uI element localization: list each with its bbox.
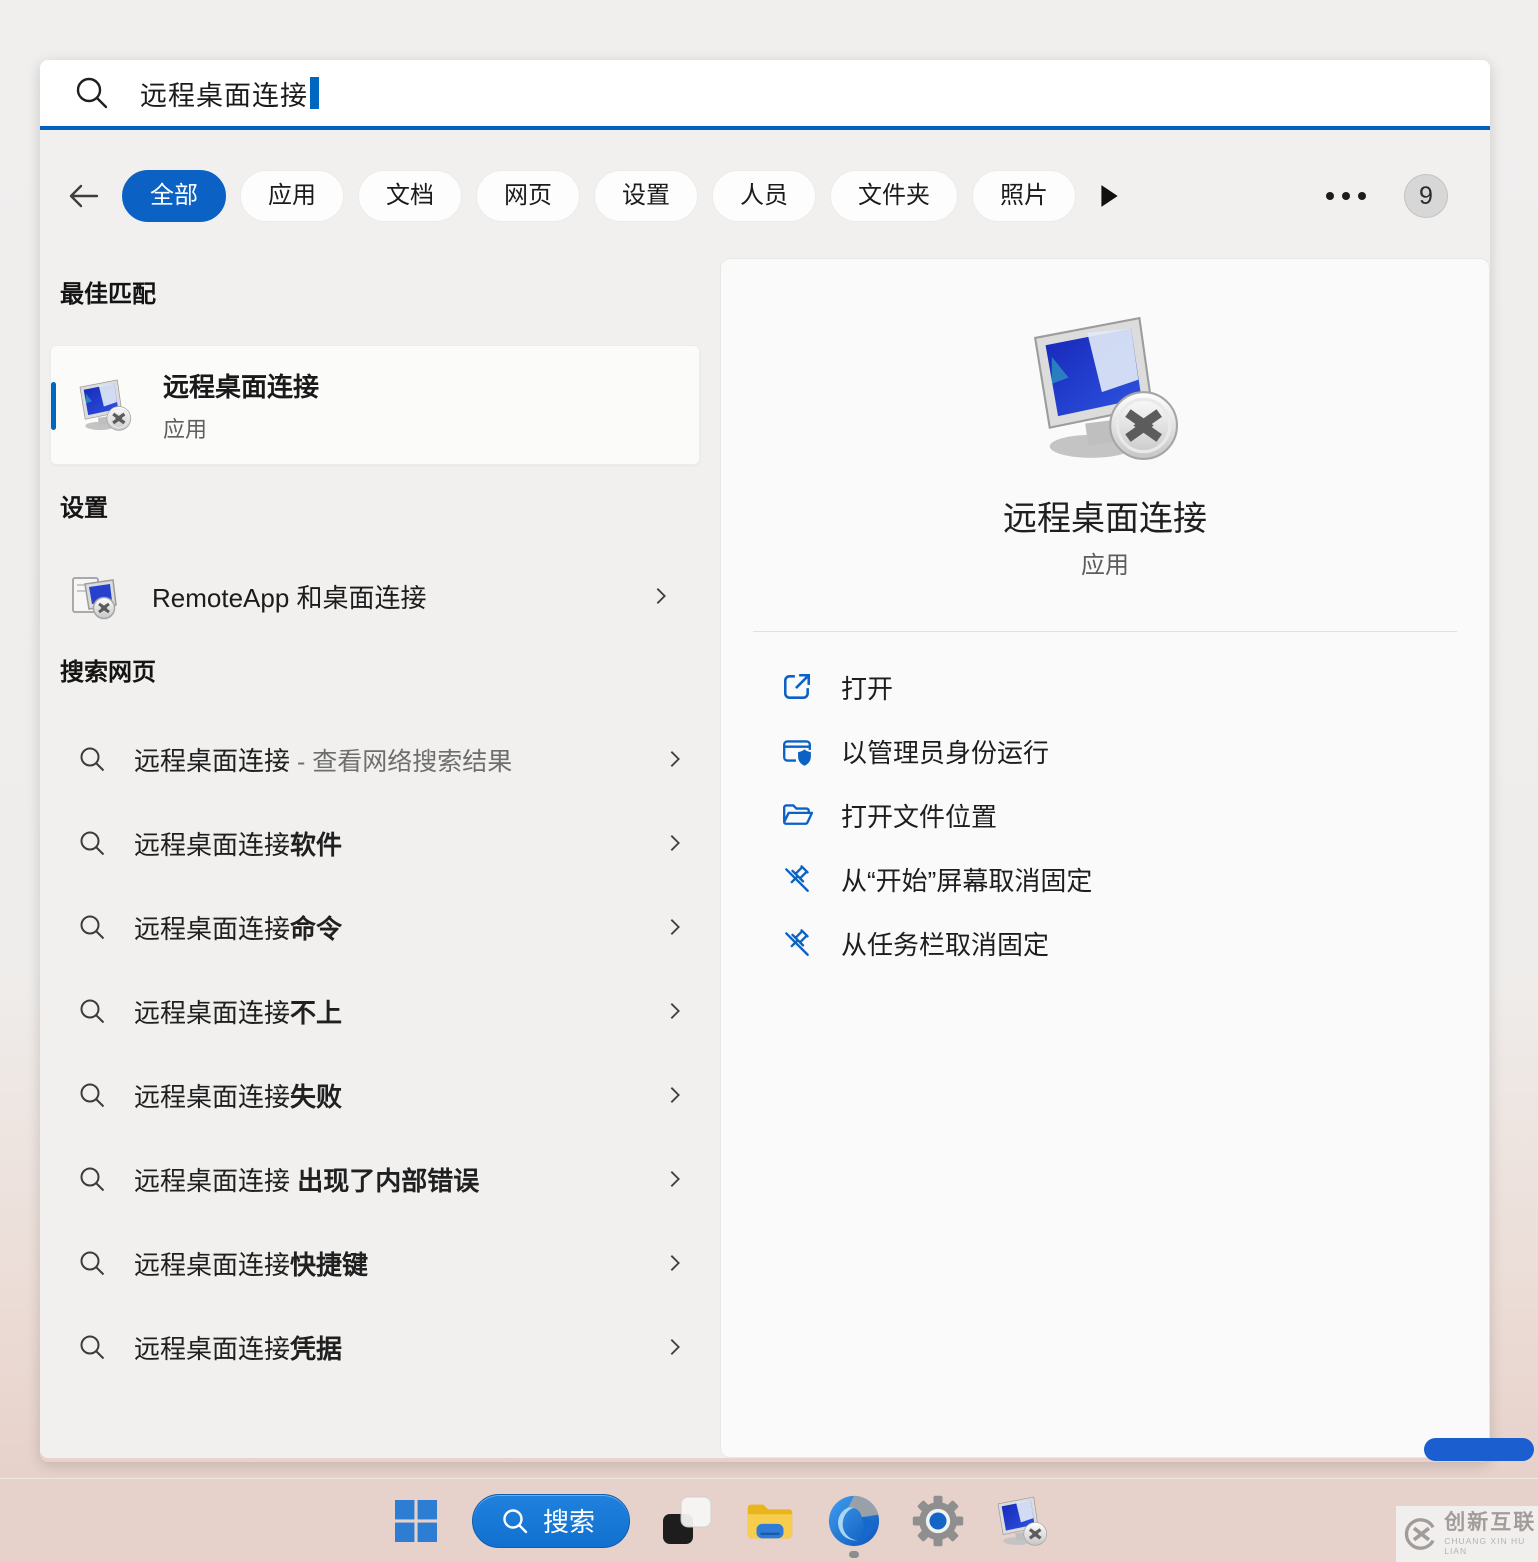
taskbar-app-contrast-squares[interactable]: [658, 1493, 714, 1549]
taskbar-file-explorer[interactable]: [742, 1493, 798, 1549]
settings-gear-icon: [911, 1494, 965, 1548]
web-suggestion-row[interactable]: 远程桌面连接 出现了内部错误: [60, 1148, 700, 1210]
tab-apps[interactable]: 应用: [240, 170, 344, 222]
action-unpin-start[interactable]: 从“开始”屏幕取消固定: [781, 857, 1449, 901]
action-open[interactable]: 打开: [781, 665, 1449, 709]
running-app-indicator: [849, 1551, 859, 1558]
chevron-right-icon: [650, 585, 672, 607]
preview-subtitle: 应用: [721, 545, 1489, 580]
overlapping-squares-icon: [658, 1493, 714, 1549]
chuangxin-logo-icon: [1404, 1515, 1437, 1553]
search-suggestion-icon: [78, 1333, 106, 1361]
tab-web[interactable]: 网页: [476, 170, 580, 222]
taskbar-search-button[interactable]: 搜索: [472, 1494, 630, 1548]
play-arrow-icon: [1098, 183, 1120, 209]
web-suggestion-row[interactable]: 远程桌面连接快捷键: [60, 1232, 700, 1294]
search-results-body: 全部 应用 文档 网页 设置 人员 文件夹 照片 9: [40, 130, 1490, 1458]
web-suggestion-row[interactable]: 远程桌面连接命令: [60, 896, 700, 958]
more-options-icon[interactable]: [1324, 190, 1368, 202]
taskbar-settings[interactable]: [910, 1493, 966, 1549]
back-arrow-icon: [64, 177, 102, 215]
back-button[interactable]: [62, 175, 104, 217]
search-input[interactable]: 远程桌面连接: [140, 74, 308, 113]
unpin-icon: [781, 927, 813, 959]
rdp-app-icon: [77, 378, 133, 432]
divider: [753, 631, 1457, 632]
open-folder-icon: [781, 799, 813, 831]
text-cursor: [310, 77, 319, 109]
rdp-app-icon: [1026, 315, 1184, 461]
edge-browser-icon: [827, 1494, 881, 1548]
search-suggestion-icon: [78, 1081, 106, 1109]
background-window-edge: [1424, 1438, 1534, 1461]
chevron-right-icon: [664, 832, 686, 854]
desktop: 远程桌面连接 全部 应用 文档 网页 设置 人员 文件夹 照片: [0, 0, 1538, 1562]
search-bar[interactable]: 远程桌面连接: [40, 60, 1490, 130]
search-suggestion-icon: [78, 997, 106, 1025]
tab-all[interactable]: 全部: [122, 170, 226, 222]
selection-accent-bar: [51, 382, 56, 430]
chevron-right-icon: [664, 1000, 686, 1022]
taskbar-search-label: 搜索: [543, 1502, 595, 1539]
action-unpin-taskbar[interactable]: 从任务栏取消固定: [781, 921, 1449, 965]
taskbar: 搜索: [0, 1478, 1538, 1562]
taskbar-rdp-app[interactable]: [994, 1493, 1050, 1549]
file-explorer-icon: [743, 1494, 797, 1548]
tab-photos[interactable]: 照片: [972, 170, 1076, 222]
tab-documents[interactable]: 文档: [358, 170, 462, 222]
web-suggestion-row[interactable]: 远程桌面连接不上: [60, 980, 700, 1042]
tab-folders[interactable]: 文件夹: [830, 170, 958, 222]
search-suggestion-icon: [78, 913, 106, 941]
tabs-overflow-button[interactable]: [1098, 183, 1120, 209]
admin-shield-icon: [781, 735, 813, 767]
watermark-subtitle: CHUANG XIN HU LIAN: [1444, 1536, 1538, 1556]
search-suggestion-icon: [78, 745, 106, 773]
watermark-title: 创新互联: [1444, 1512, 1538, 1534]
chevron-right-icon: [664, 1252, 686, 1274]
unpin-icon: [781, 863, 813, 895]
preview-title: 远程桌面连接: [721, 491, 1489, 540]
best-match-title: 远程桌面连接: [163, 367, 319, 404]
context-actions: 打开 以管理员身份运行: [781, 665, 1449, 985]
rdp-app-icon: [995, 1496, 1049, 1546]
remoteapp-settings-item[interactable]: RemoteApp 和桌面连接: [50, 558, 700, 634]
remoteapp-icon: [70, 572, 120, 620]
chevron-right-icon: [664, 1168, 686, 1190]
search-suggestion-icon: [78, 1165, 106, 1193]
preview-panel: 远程桌面连接 应用 打开: [720, 258, 1490, 1458]
action-open-file-location[interactable]: 打开文件位置: [781, 793, 1449, 837]
remoteapp-label: RemoteApp 和桌面连接: [152, 578, 427, 615]
taskbar-edge-browser[interactable]: [826, 1493, 882, 1549]
search-suggestion-icon: [78, 829, 106, 857]
filter-tabs-row: 全部 应用 文档 网页 设置 人员 文件夹 照片 9: [40, 166, 1490, 226]
web-suggestion-row[interactable]: 远程桌面连接 - 查看网络搜索结果: [60, 728, 700, 790]
chevron-right-icon: [664, 916, 686, 938]
web-suggestion-row[interactable]: 远程桌面连接凭据: [60, 1316, 700, 1378]
search-flyout-window: 远程桌面连接 全部 应用 文档 网页 设置 人员 文件夹 照片: [40, 60, 1490, 1462]
tab-settings[interactable]: 设置: [594, 170, 698, 222]
best-match-item[interactable]: 远程桌面连接 应用: [50, 345, 700, 465]
open-icon: [781, 671, 813, 703]
tab-people[interactable]: 人员: [712, 170, 816, 222]
best-match-subtitle: 应用: [163, 412, 319, 444]
watermark: 创新互联 CHUANG XIN HU LIAN: [1396, 1506, 1538, 1562]
search-icon: [501, 1507, 529, 1535]
search-suggestion-icon: [78, 1249, 106, 1277]
windows-logo-icon: [395, 1500, 437, 1542]
start-button[interactable]: [388, 1493, 444, 1549]
web-suggestion-row[interactable]: 远程桌面连接失败: [60, 1064, 700, 1126]
chevron-right-icon: [664, 748, 686, 770]
best-match-header: 最佳匹配: [60, 274, 156, 309]
web-search-header: 搜索网页: [60, 652, 156, 687]
notification-count-badge[interactable]: 9: [1404, 174, 1448, 218]
search-icon: [74, 75, 110, 111]
chevron-right-icon: [664, 1084, 686, 1106]
settings-header: 设置: [60, 488, 108, 523]
web-suggestions-list: 远程桌面连接 - 查看网络搜索结果 远程桌面连接软件 远程桌面连接命令 远程桌面…: [60, 728, 700, 1400]
action-run-as-admin[interactable]: 以管理员身份运行: [781, 729, 1449, 773]
web-suggestion-row[interactable]: 远程桌面连接软件: [60, 812, 700, 874]
chevron-right-icon: [664, 1336, 686, 1358]
